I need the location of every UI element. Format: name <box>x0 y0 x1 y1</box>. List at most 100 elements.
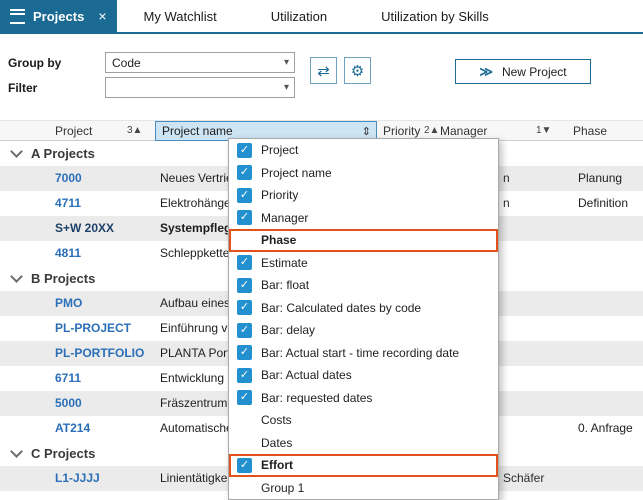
check-icon: ✓ <box>237 165 252 180</box>
project-code[interactable]: S+W 20XX <box>55 216 114 241</box>
column-menu-item[interactable]: ✓ Costs <box>229 409 498 432</box>
tab-utilization[interactable]: Utilization <box>244 0 354 32</box>
column-menu-item[interactable]: ✓ Bar: requested dates <box>229 387 498 410</box>
group-by-label: Group by <box>8 56 61 70</box>
check-icon: ✓ <box>237 368 252 383</box>
column-menu-item[interactable]: ✓ Bar: float <box>229 274 498 297</box>
column-header-project-name-label: Project name <box>162 124 233 138</box>
menu-item-label: Bar: requested dates <box>261 391 372 405</box>
column-header-phase-label: Phase <box>573 124 607 138</box>
group-label: C Projects <box>31 446 95 461</box>
project-code[interactable]: 7000 <box>55 166 82 191</box>
tab-label: My Watchlist <box>144 9 217 24</box>
menu-item-label: Project name <box>261 166 332 180</box>
tab-bar: Projects × My Watchlist Utilization Util… <box>0 0 643 34</box>
project-code[interactable]: L1-JJJJ <box>55 466 100 491</box>
active-tab-label: Projects <box>33 9 84 24</box>
project-code[interactable]: 5000 <box>55 391 82 416</box>
check-icon: ✓ <box>237 278 252 293</box>
menu-item-label: Bar: Calculated dates by code <box>261 301 421 315</box>
double-chevron-icon: ≫ <box>479 64 493 80</box>
column-header-project[interactable]: Project <box>55 121 92 140</box>
menu-item-label: Bar: float <box>261 278 309 292</box>
chevron-down-icon: ▾ <box>284 82 289 93</box>
menu-item-label: Estimate <box>261 256 308 270</box>
phase-cell: Planung <box>578 166 622 191</box>
project-code[interactable]: AT214 <box>55 416 90 441</box>
group-by-select[interactable]: Code ▾ <box>105 52 295 73</box>
sort-badge-priority: 2▲ <box>424 125 439 136</box>
settings-button[interactable]: ⚙ <box>344 57 371 84</box>
check-icon: ✓ <box>237 345 252 360</box>
check-icon: ✓ <box>237 458 252 473</box>
project-code[interactable]: PL-PORTFOLIO <box>55 341 144 366</box>
column-menu-item[interactable]: ✓ Project <box>229 139 498 162</box>
tab-label: Utilization by Skills <box>381 9 489 24</box>
project-code[interactable]: PL-PROJECT <box>55 316 131 341</box>
menu-item-label: Dates <box>261 436 292 450</box>
filter-label: Filter <box>8 81 37 95</box>
planta-app-window: Projects × My Watchlist Utilization Util… <box>0 0 643 500</box>
column-menu-item[interactable]: ✓ Bar: Calculated dates by code <box>229 297 498 320</box>
column-menu-item[interactable]: ✓ Estimate <box>229 252 498 275</box>
check-icon: ✓ <box>237 143 252 158</box>
project-code[interactable]: 4711 <box>55 191 81 216</box>
chevron-down-icon: ▾ <box>284 57 289 68</box>
project-name: Systempflege <box>160 216 238 241</box>
chevron-down-icon[interactable] <box>10 270 23 283</box>
phase-cell: Definition <box>578 191 628 216</box>
manager-cell: n <box>503 166 510 191</box>
menu-item-label: Costs <box>261 413 292 427</box>
project-code[interactable]: 6711 <box>55 366 81 391</box>
sort-both-icon: ⇕ <box>362 125 376 138</box>
column-header-manager-label: Manager <box>440 124 487 138</box>
new-project-button[interactable]: ≫ New Project <box>455 59 591 84</box>
filter-select[interactable]: ▾ <box>105 77 295 98</box>
column-header-priority-label: Priority <box>383 124 420 138</box>
column-menu-item[interactable]: ✓ Bar: Actual start - time recording dat… <box>229 342 498 365</box>
refresh-icon: ⇄ <box>317 62 330 80</box>
manager-cell: n <box>503 191 510 216</box>
project-name: Elektrohängeb <box>160 191 237 216</box>
tab-my-watchlist[interactable]: My Watchlist <box>117 0 244 32</box>
tab-label: Utilization <box>271 9 327 24</box>
check-icon: ✓ <box>237 300 252 315</box>
refresh-button[interactable]: ⇄ <box>310 57 337 84</box>
chevron-down-icon[interactable] <box>10 445 23 458</box>
check-icon: ✓ <box>237 323 252 338</box>
tab-projects-active[interactable]: Projects × <box>0 0 117 32</box>
sort-badge-manager: 1▼ <box>536 125 551 136</box>
gear-icon: ⚙ <box>351 62 364 80</box>
group-label: A Projects <box>31 146 95 161</box>
check-icon: ✓ <box>237 210 252 225</box>
project-code[interactable]: 4811 <box>55 241 81 266</box>
column-menu: ✓ Project ✓ Project name ✓ Priority ✓ Ma… <box>228 138 499 500</box>
menu-item-label: Bar: Actual start - time recording date <box>261 346 459 360</box>
phase-cell: 0. Anfrage <box>578 416 633 441</box>
column-menu-item[interactable]: ✓ Bar: delay <box>229 319 498 342</box>
new-project-label: New Project <box>502 65 567 79</box>
column-menu-item[interactable]: ✓ Bar: Actual dates <box>229 364 498 387</box>
manager-cell: Schäfer <box>503 466 544 491</box>
chevron-down-icon[interactable] <box>10 145 23 158</box>
column-menu-item[interactable]: ✓ Project name <box>229 162 498 185</box>
column-menu-item[interactable]: ✓ Dates <box>229 432 498 455</box>
column-menu-item[interactable]: ✓ Priority <box>229 184 498 207</box>
column-menu-item[interactable]: ✓ Phase <box>229 229 498 252</box>
tab-utilization-by-skills[interactable]: Utilization by Skills <box>354 0 516 32</box>
check-icon: ✓ <box>237 188 252 203</box>
project-name: Schleppketten <box>160 241 236 266</box>
column-header-phase[interactable]: Phase <box>573 121 607 140</box>
check-icon: ✓ <box>237 390 252 405</box>
close-tab-icon[interactable]: × <box>98 8 106 24</box>
menu-item-label: Project <box>261 143 298 157</box>
project-name: Automatisches <box>160 416 239 441</box>
column-menu-item[interactable]: ✓ Group 1 <box>229 477 498 500</box>
column-menu-list: ✓ Project ✓ Project name ✓ Priority ✓ Ma… <box>229 139 498 499</box>
hamburger-menu-icon[interactable] <box>10 9 25 24</box>
check-icon: ✓ <box>237 255 252 270</box>
column-menu-item[interactable]: ✓ Effort <box>229 454 498 477</box>
project-code[interactable]: PMO <box>55 291 82 316</box>
column-menu-item[interactable]: ✓ Manager <box>229 207 498 230</box>
menu-item-label: Effort <box>261 458 293 472</box>
